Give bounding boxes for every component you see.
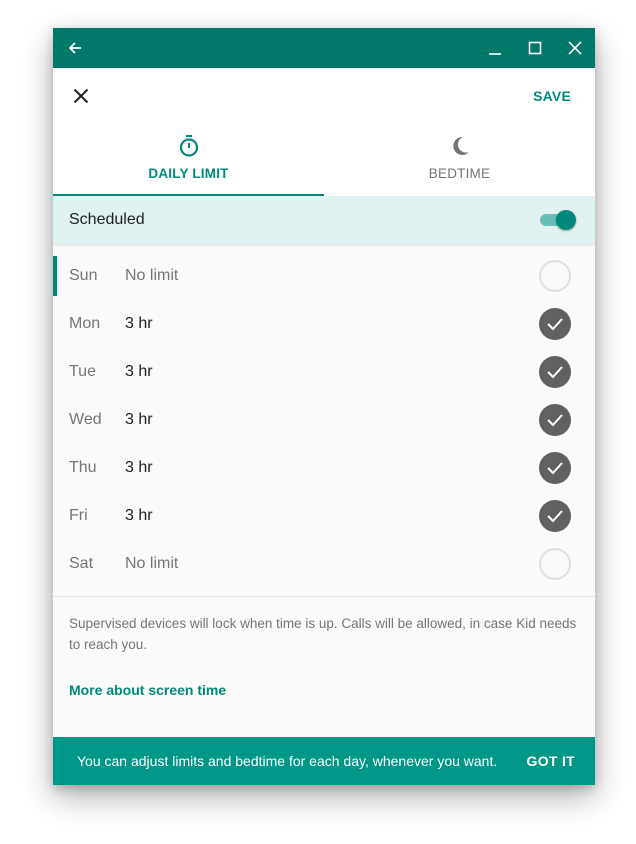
day-name: Sat [69,555,94,572]
window-close-button[interactable] [555,28,595,68]
checkmark-icon [547,462,563,475]
tab-bedtime[interactable]: BEDTIME [324,124,595,196]
minimize-icon [489,53,501,55]
day-row-wed[interactable]: Wed 3 hr [53,396,595,444]
day-name: Fri [69,507,88,524]
app-window: SAVE DAILY LIMIT BEDTIME Scheduled Sun N… [53,28,595,785]
minimize-button[interactable] [475,28,515,68]
maximize-button[interactable] [515,28,555,68]
day-row-mon[interactable]: Mon 3 hr [53,300,595,348]
day-checkbox[interactable] [539,404,571,436]
moon-icon [449,134,471,158]
day-list: Sun No limit Mon 3 hr Tue 3 hr Wed 3 hr … [53,244,595,588]
snackbar-message: You can adjust limits and bedtime for ea… [77,753,498,769]
more-about-screen-time-link[interactable]: More about screen time [69,682,226,698]
day-limit: 3 hr [125,315,153,332]
day-row-sat[interactable]: Sat No limit [53,540,595,588]
day-checkbox[interactable] [539,356,571,388]
scheduled-toggle[interactable] [538,210,576,230]
scheduled-row: Scheduled [53,196,595,244]
day-limit: 3 hr [125,507,153,524]
day-name: Thu [69,459,97,476]
day-row-tue[interactable]: Tue 3 hr [53,348,595,396]
tab-bar: DAILY LIMIT BEDTIME [53,124,595,196]
day-row-thu[interactable]: Thu 3 hr [53,444,595,492]
checkmark-icon [547,318,563,331]
day-row-sun[interactable]: Sun No limit [53,252,595,300]
day-name: Mon [69,315,101,332]
day-limit: 3 hr [125,459,153,476]
day-checkbox[interactable] [539,452,571,484]
close-icon [568,41,582,55]
toggle-thumb [556,210,576,230]
back-button[interactable] [55,28,95,68]
scheduled-label: Scheduled [69,211,145,228]
got-it-button[interactable]: GOT IT [527,753,575,769]
maximize-icon [528,41,542,55]
day-checkbox[interactable] [539,308,571,340]
day-checkbox[interactable] [539,548,571,580]
arrow-left-icon [68,42,81,54]
title-bar [53,28,595,68]
day-limit: 3 hr [125,411,153,428]
info-note: Supervised devices will lock when time i… [69,616,577,652]
tab-daily-limit[interactable]: DAILY LIMIT [53,124,324,196]
dialog-header: SAVE [53,68,595,124]
day-name: Wed [69,411,102,428]
tab-label: BEDTIME [428,166,491,181]
day-name: Tue [69,363,96,380]
day-limit: No limit [125,555,179,572]
dialog-close-button[interactable] [67,82,95,110]
tab-label: DAILY LIMIT [148,166,229,181]
day-row-fri[interactable]: Fri 3 hr [53,492,595,540]
day-name: Sun [69,267,98,284]
day-limit: No limit [125,267,179,284]
close-icon [73,88,89,104]
day-limit: 3 hr [125,363,153,380]
save-button[interactable]: SAVE [533,88,571,104]
checkmark-icon [547,510,563,523]
day-checkbox[interactable] [539,260,571,292]
timer-icon [178,134,200,158]
checkmark-icon [547,366,563,379]
snackbar: You can adjust limits and bedtime for ea… [53,737,595,785]
day-checkbox[interactable] [539,500,571,532]
checkmark-icon [547,414,563,427]
